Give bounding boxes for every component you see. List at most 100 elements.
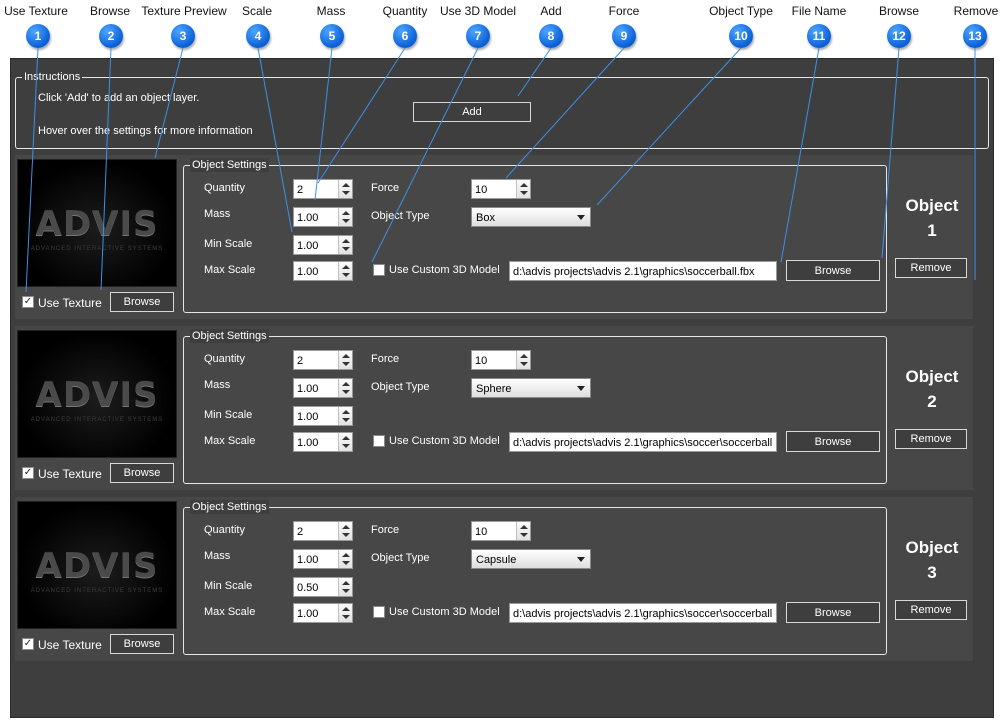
- force-spin-buttons[interactable]: [516, 351, 530, 369]
- use-texture-checkbox[interactable]: ✓: [22, 467, 34, 479]
- max-scale-stepper[interactable]: 1.00: [293, 603, 353, 623]
- chevron-down-icon: [577, 557, 585, 562]
- object-type-select[interactable]: Capsule: [471, 549, 591, 569]
- model-browse-button[interactable]: Browse: [786, 602, 880, 623]
- callout-label-2: Browse: [89, 4, 131, 18]
- callout-badge-6: 6: [393, 24, 417, 48]
- mass-spin-buttons[interactable]: [338, 550, 352, 568]
- object-type-select[interactable]: Box: [471, 207, 591, 227]
- mass-label: Mass: [204, 550, 231, 562]
- file-name-value: d:\advis projects\advis 2.1\graphics\soc…: [513, 437, 773, 449]
- object-type-label: Object Type: [371, 210, 430, 222]
- min-scale-stepper[interactable]: 1.00: [293, 235, 353, 255]
- object-type-select[interactable]: Sphere: [471, 378, 591, 398]
- object-settings-legend: Object Settings: [190, 500, 269, 514]
- max-scale-stepper[interactable]: 1.00: [293, 432, 353, 452]
- object-settings-legend: Object Settings: [190, 329, 269, 343]
- mass-spin-buttons[interactable]: [338, 379, 352, 397]
- object-title: Object 3: [887, 535, 977, 585]
- callout-label-10: Object Type: [709, 4, 773, 18]
- file-name-field[interactable]: d:\advis projects\advis 2.1\graphics\soc…: [509, 261, 777, 281]
- file-name-value: d:\advis projects\advis 2.1\graphics\soc…: [513, 266, 755, 278]
- force-spin-buttons[interactable]: [516, 522, 530, 540]
- force-stepper[interactable]: 10: [471, 521, 531, 541]
- callout-label-6: Quantity: [382, 4, 428, 18]
- mass-stepper[interactable]: 1.00: [293, 378, 353, 398]
- min-scale-spin-buttons[interactable]: [338, 578, 352, 596]
- texture-browse-button[interactable]: Browse: [110, 292, 174, 312]
- force-spin-buttons[interactable]: [516, 180, 530, 198]
- min-scale-stepper[interactable]: 0.50: [293, 577, 353, 597]
- remove-button[interactable]: Remove: [895, 429, 967, 449]
- object-settings-group: Object Settings Quantity Mass Min Scale …: [183, 500, 887, 655]
- max-scale-label: Max Scale: [204, 435, 256, 447]
- use-custom-model-label: Use Custom 3D Model: [389, 264, 500, 276]
- callout-badge-3: 3: [171, 24, 195, 48]
- instructions-line-1: Click 'Add' to add an object layer.: [38, 92, 200, 104]
- object-number: 1: [927, 221, 937, 240]
- min-scale-value: 1.00: [297, 240, 319, 252]
- quantity-value: 2: [297, 355, 304, 367]
- force-value: 10: [475, 184, 488, 196]
- advis-tagline: ADVANCED INTERACTIVE SYSTEMS: [30, 588, 164, 594]
- object-type-value: Sphere: [476, 383, 512, 395]
- file-name-field[interactable]: d:\advis projects\advis 2.1\graphics\soc…: [509, 432, 777, 452]
- callout-badge-7: 7: [466, 24, 490, 48]
- use-texture-checkbox[interactable]: ✓: [22, 638, 34, 650]
- use-texture-label: Use Texture: [38, 638, 102, 652]
- advis-tagline: ADVANCED INTERACTIVE SYSTEMS: [30, 246, 164, 252]
- use-texture-checkbox[interactable]: ✓: [22, 296, 34, 308]
- texture-browse-button[interactable]: Browse: [110, 634, 174, 654]
- min-scale-value: 0.50: [297, 582, 319, 594]
- remove-button[interactable]: Remove: [895, 600, 967, 620]
- mass-spin-buttons[interactable]: [338, 208, 352, 226]
- callout-badge-1: 1: [26, 24, 50, 48]
- file-name-field[interactable]: d:\advis projects\advis 2.1\graphics\soc…: [509, 603, 777, 623]
- mass-stepper[interactable]: 1.00: [293, 549, 353, 569]
- use-custom-model-checkbox[interactable]: [373, 435, 385, 447]
- add-button[interactable]: Add: [413, 102, 531, 122]
- max-scale-spin-buttons[interactable]: [338, 433, 352, 451]
- object-settings-group: Object Settings Quantity Mass Min Scale …: [183, 329, 887, 484]
- quantity-label: Quantity: [204, 524, 245, 536]
- mass-stepper[interactable]: 1.00: [293, 207, 353, 227]
- object-title-word: Object: [905, 538, 959, 557]
- min-scale-spin-buttons[interactable]: [338, 407, 352, 425]
- mass-value: 1.00: [297, 554, 319, 566]
- quantity-spin-buttons[interactable]: [338, 351, 352, 369]
- texture-preview: ADVIS ADVANCED INTERACTIVE SYSTEMS: [17, 501, 177, 629]
- callout-label-13: Remove: [953, 4, 999, 18]
- use-custom-model-checkbox[interactable]: [373, 606, 385, 618]
- min-scale-stepper[interactable]: 1.00: [293, 406, 353, 426]
- force-label: Force: [371, 353, 400, 365]
- min-scale-spin-buttons[interactable]: [338, 236, 352, 254]
- object-title: Object 1: [887, 193, 977, 243]
- max-scale-spin-buttons[interactable]: [338, 262, 352, 280]
- callout-badge-11: 11: [807, 24, 831, 48]
- texture-browse-button[interactable]: Browse: [110, 463, 174, 483]
- callout-label-8: Add: [540, 4, 562, 18]
- quantity-stepper[interactable]: 2: [293, 179, 353, 199]
- model-browse-button[interactable]: Browse: [786, 431, 880, 452]
- quantity-stepper[interactable]: 2: [293, 521, 353, 541]
- object-settings-legend: Object Settings: [190, 158, 269, 172]
- max-scale-spin-buttons[interactable]: [338, 604, 352, 622]
- force-stepper[interactable]: 10: [471, 350, 531, 370]
- quantity-spin-buttons[interactable]: [338, 522, 352, 540]
- object-settings-group: Object Settings Quantity Mass Min Scale …: [183, 158, 887, 313]
- use-custom-model-checkbox[interactable]: [373, 264, 385, 276]
- model-browse-button[interactable]: Browse: [786, 260, 880, 281]
- remove-button[interactable]: Remove: [895, 258, 967, 278]
- callout-badge-10: 10: [729, 24, 753, 48]
- max-scale-label: Max Scale: [204, 264, 256, 276]
- object-panel-2: ADVIS ADVANCED INTERACTIVE SYSTEMS ✓ Use…: [15, 326, 973, 490]
- quantity-stepper[interactable]: 2: [293, 350, 353, 370]
- object-type-label: Object Type: [371, 381, 430, 393]
- object-type-value: Box: [476, 212, 495, 224]
- quantity-spin-buttons[interactable]: [338, 180, 352, 198]
- advis-logo: ADVIS: [35, 546, 159, 586]
- force-stepper[interactable]: 10: [471, 179, 531, 199]
- force-label: Force: [371, 182, 400, 194]
- max-scale-stepper[interactable]: 1.00: [293, 261, 353, 281]
- object-type-value: Capsule: [476, 554, 517, 566]
